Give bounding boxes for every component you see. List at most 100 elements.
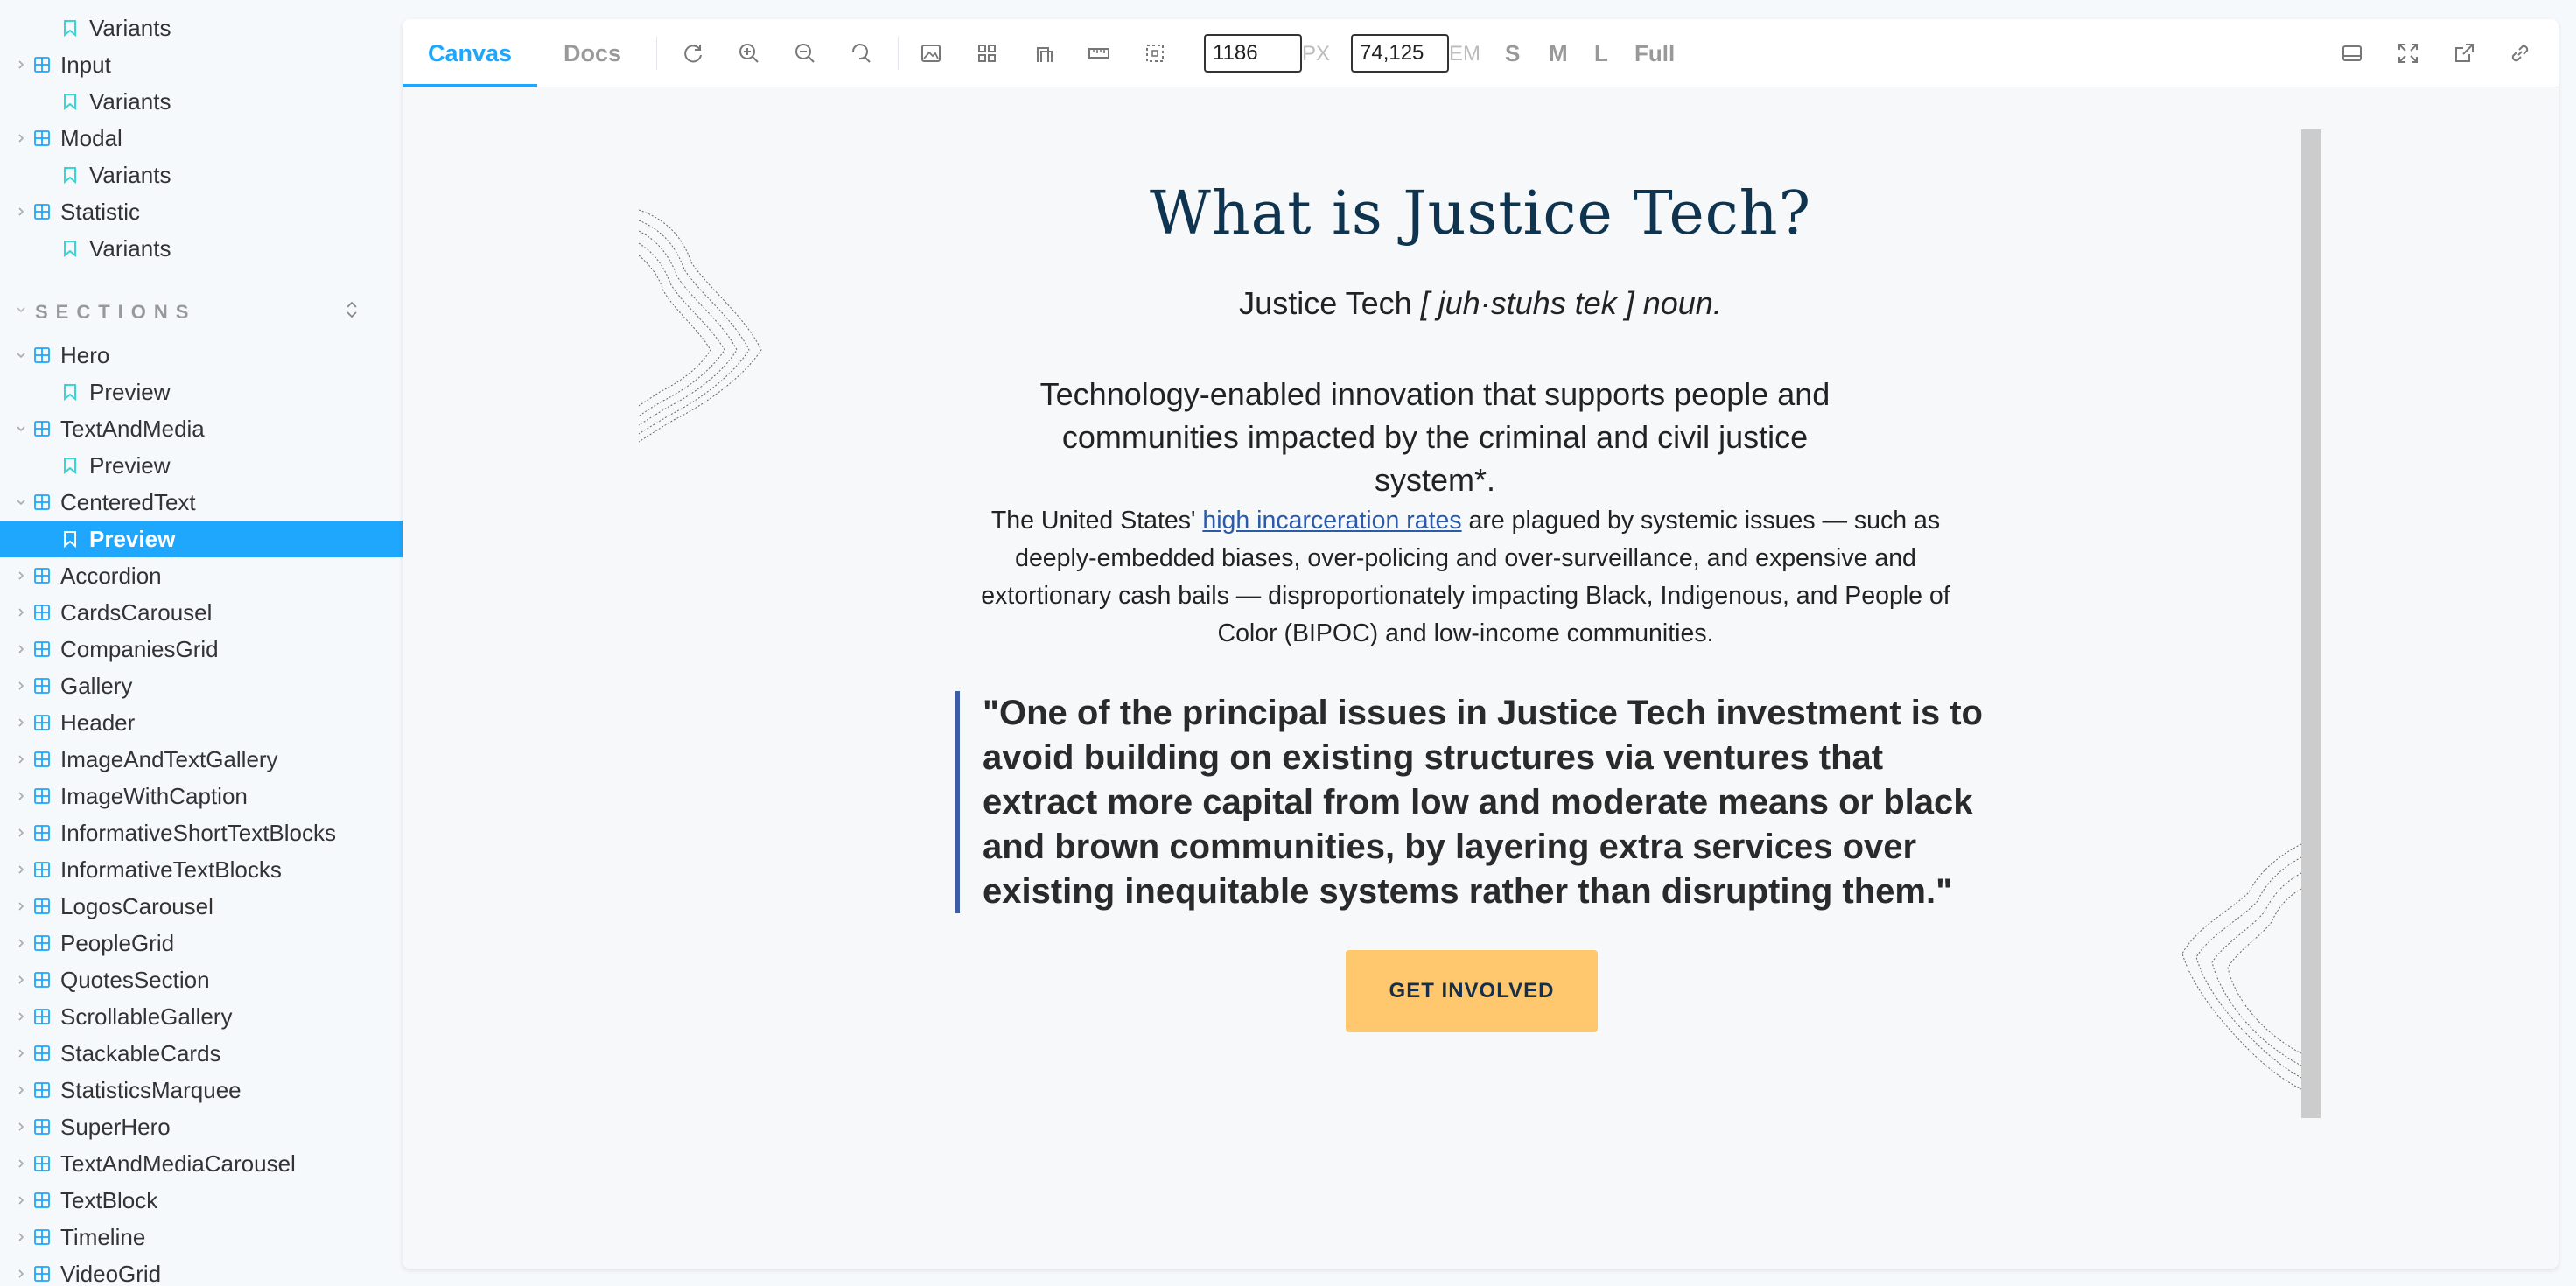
component-icon <box>34 972 50 988</box>
open-new-tab-icon[interactable] <box>2450 39 2478 67</box>
sidebar-item-label: InformativeShortTextBlocks <box>60 820 337 846</box>
chevron-down-icon <box>17 353 25 359</box>
bookmark-icon <box>64 20 76 37</box>
sidebar-item-label: Variants <box>89 88 172 115</box>
sidebar-component-input[interactable]: Input <box>0 46 402 83</box>
sidebar-component-peoplegrid[interactable]: PeopleGrid <box>0 925 402 961</box>
component-icon <box>34 678 50 694</box>
width-px-input[interactable] <box>1204 34 1302 73</box>
sidebar-component-statisticsmarquee[interactable]: StatisticsMarquee <box>0 1072 402 1108</box>
sidebar-item-label: LogosCarousel <box>60 893 214 919</box>
sidebar-component-informativeshorttextblocks[interactable]: InformativeShortTextBlocks <box>0 814 402 851</box>
sidebar-component-imageandtextgallery[interactable]: ImageAndTextGallery <box>0 741 402 778</box>
ruler-icon[interactable] <box>1085 39 1113 67</box>
sidebar-component-hero[interactable]: Hero <box>0 337 402 374</box>
sidebar-story-variants[interactable]: Variants <box>0 10 402 46</box>
body-paragraph: The United States' high incarceration ra… <box>954 502 1978 653</box>
story-canvas: What is Justice Tech? Justice Tech [ juh… <box>402 87 2558 1269</box>
sidebar-component-modal[interactable]: Modal <box>0 120 402 157</box>
sidebar-item-label: Statistic <box>60 199 141 225</box>
sidebar-component-superhero[interactable]: SuperHero <box>0 1108 402 1145</box>
sidebar-component-timeline[interactable]: Timeline <box>0 1219 402 1255</box>
sidebar-item-label: Input <box>60 52 111 78</box>
body-text-before: The United States' <box>990 507 1203 535</box>
fullscreen-icon[interactable] <box>2394 39 2422 67</box>
sidebar-item-label: VideoGrid <box>60 1261 162 1286</box>
sidebar-component-stackablecards[interactable]: StackableCards <box>0 1035 402 1072</box>
story-title: What is Justice Tech? <box>1149 179 1812 248</box>
background-image-icon[interactable] <box>917 39 945 67</box>
sidebar-component-accordion[interactable]: Accordion <box>0 557 402 594</box>
component-icon <box>34 204 50 220</box>
sidebar-component-scrollablegallery[interactable]: ScrollableGallery <box>0 998 402 1035</box>
sidebar-component-textandmediacarousel[interactable]: TextAndMediaCarousel <box>0 1145 402 1182</box>
tab-canvas[interactable]: Canvas <box>402 19 537 87</box>
sidebar-component-header[interactable]: Header <box>0 704 402 741</box>
copy-link-icon[interactable] <box>2506 39 2534 67</box>
expand-collapse-icon[interactable] <box>341 299 362 320</box>
component-icon <box>34 641 50 657</box>
sidebar-story-preview[interactable]: Preview <box>0 447 402 484</box>
chevron-right-icon <box>18 792 24 800</box>
scrollbar[interactable] <box>2301 129 2320 1118</box>
sidebar-item-label: Preview <box>89 452 171 479</box>
bookmark-icon <box>64 94 76 110</box>
bookmark-icon <box>64 458 76 474</box>
addons-panel-icon[interactable] <box>2338 39 2366 67</box>
get-involved-button[interactable]: GET INVOLVED <box>1346 950 1598 1032</box>
chevron-right-icon <box>18 718 24 727</box>
px-unit-label: PX <box>1302 42 1331 66</box>
component-icon <box>34 788 50 804</box>
sidebar-component-gallery[interactable]: Gallery <box>0 667 402 704</box>
size-small-button[interactable]: S <box>1505 40 1520 67</box>
definition-term: Justice Tech <box>1239 285 1412 321</box>
grid-icon[interactable] <box>973 39 1001 67</box>
size-medium-button[interactable]: M <box>1549 40 1568 67</box>
component-icon <box>34 1156 50 1171</box>
sidebar-item-label: CardsCarousel <box>60 599 213 626</box>
sidebar-story-preview[interactable]: Preview <box>0 374 402 410</box>
chevron-right-icon <box>18 134 24 143</box>
zoom-in-icon[interactable] <box>735 39 763 67</box>
sidebar-component-textandmedia[interactable]: TextAndMedia <box>0 410 402 447</box>
chevron-right-icon <box>18 1159 24 1168</box>
sidebar-component-statistic[interactable]: Statistic <box>0 193 402 230</box>
tab-docs[interactable]: Docs <box>537 19 648 87</box>
outline-icon[interactable] <box>1141 39 1169 67</box>
sidebar-component-logoscarousel[interactable]: LogosCarousel <box>0 888 402 925</box>
zoom-reset-icon[interactable] <box>847 39 875 67</box>
viewport-icon[interactable] <box>1029 39 1057 67</box>
sidebar-story-variants[interactable]: Variants <box>0 83 402 120</box>
sidebar-component-informativetextblocks[interactable]: InformativeTextBlocks <box>0 851 402 888</box>
em-unit-label: EM <box>1449 42 1480 66</box>
sections-label: SECTIONS <box>35 301 197 323</box>
bookmark-icon <box>64 241 76 257</box>
sidebar-component-companiesgrid[interactable]: CompaniesGrid <box>0 631 402 667</box>
bookmark-icon <box>64 167 76 184</box>
size-large-button[interactable]: L <box>1594 40 1608 67</box>
sidebar-component-imagewithcaption[interactable]: ImageWithCaption <box>0 778 402 814</box>
sidebar-story-preview[interactable]: Preview <box>0 521 402 557</box>
chevron-right-icon <box>18 902 24 911</box>
sidebar-component-videogrid[interactable]: VideoGrid <box>0 1255 402 1286</box>
sidebar-component-centeredtext[interactable]: CenteredText <box>0 484 402 521</box>
incarceration-rates-link[interactable]: high incarceration rates <box>1202 507 1461 535</box>
sidebar-story-variants[interactable]: Variants <box>0 157 402 193</box>
tagline: Technology-enabled innovation that suppo… <box>1040 376 1830 498</box>
size-full-button[interactable]: Full <box>1634 40 1675 67</box>
sidebar-item-label: PeopleGrid <box>60 930 175 956</box>
sidebar-component-textblock[interactable]: TextBlock <box>0 1182 402 1219</box>
zoom-out-icon[interactable] <box>791 39 819 67</box>
chevron-right-icon <box>18 681 24 690</box>
chevron-down-icon <box>17 500 25 506</box>
component-icon <box>34 935 50 951</box>
sidebar-item-label: TextAndMediaCarousel <box>60 1150 296 1177</box>
width-em-input[interactable] <box>1351 34 1449 73</box>
sidebar-story-variants[interactable]: Variants <box>0 230 402 267</box>
sections-group-header[interactable]: SECTIONS <box>16 297 383 329</box>
reload-icon[interactable] <box>679 39 707 67</box>
sidebar-component-cardscarousel[interactable]: CardsCarousel <box>0 594 402 631</box>
sidebar-component-quotessection[interactable]: QuotesSection <box>0 961 402 998</box>
component-icon <box>34 605 50 620</box>
sidebar-item-label: Preview <box>89 379 171 405</box>
